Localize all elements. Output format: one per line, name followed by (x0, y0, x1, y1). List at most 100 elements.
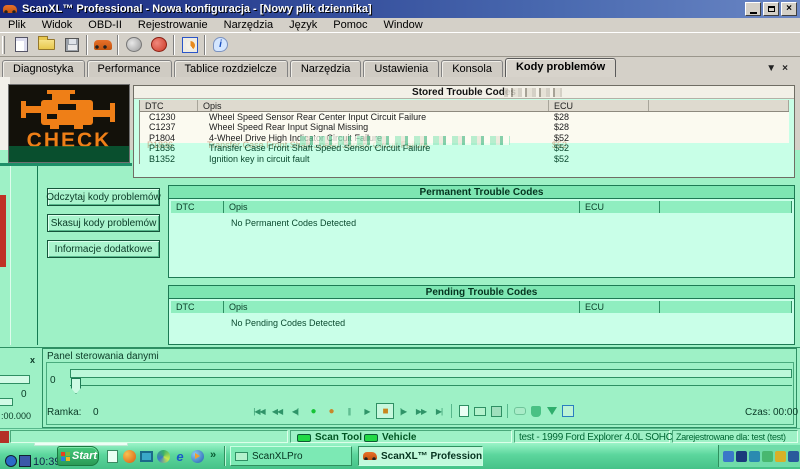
log-save-icon[interactable] (488, 403, 504, 419)
quicklaunch-ie-icon[interactable]: e (172, 448, 188, 464)
tab-konsola[interactable]: Konsola (441, 60, 503, 77)
log-open-icon[interactable] (472, 403, 488, 419)
toolbar-separator (173, 35, 175, 55)
menu-narzedzia[interactable]: Narzędzia (216, 19, 282, 31)
taskbar: 10:39 Start e » ScanXLPro ScanXL™ Profes… (0, 443, 800, 469)
vehicle-icon[interactable] (90, 34, 115, 56)
toolbar-grip[interactable] (2, 36, 5, 54)
folder-icon (235, 452, 248, 461)
tab-ustawienia[interactable]: Ustawienia (363, 60, 439, 77)
quicklaunch-desktop-icon[interactable] (138, 448, 154, 464)
tab-dropdown-icon[interactable]: ▼ (766, 63, 776, 74)
tray-icon[interactable] (788, 451, 799, 462)
menu-jezyk[interactable]: Język (281, 19, 325, 31)
log-export-icon[interactable] (560, 403, 576, 419)
skip-start-button[interactable]: |◀◀ (250, 403, 268, 419)
skip-end-button[interactable]: ▶| (430, 403, 448, 419)
dashboard-icon[interactable] (177, 34, 202, 56)
menu-plik[interactable]: Plik (0, 19, 34, 31)
additional-info-button[interactable]: Informacje dodatkowe (47, 240, 160, 258)
quicklaunch-msn-icon[interactable] (155, 448, 171, 464)
quicklaunch-mediaplayer-icon[interactable] (189, 448, 205, 464)
menu-pomoc[interactable]: Pomoc (325, 19, 375, 31)
tray-fragment-icon (5, 455, 17, 467)
log-disabled-icon[interactable] (512, 403, 528, 419)
scanxl-window: ScanXL™ Professional - Nowa konfiguracja… (0, 0, 800, 469)
save-file-icon[interactable] (59, 34, 84, 56)
table-row[interactable]: C1230 Wheel Speed Sensor Rear Center Inp… (140, 112, 789, 122)
open-file-icon[interactable] (34, 34, 59, 56)
table-row[interactable]: C1237 Wheel Speed Rear Input Signal Miss… (140, 122, 789, 132)
taskbar-button-scanxlpro[interactable]: ScanXLPro (230, 446, 352, 466)
playback-separator (507, 404, 509, 418)
car-icon (363, 452, 377, 460)
tray-icon[interactable] (736, 451, 747, 462)
step-forward-button[interactable]: |▶ (394, 403, 412, 419)
permanent-table-header: DTC Opis ECU (171, 201, 792, 213)
log-upload-icon[interactable] (528, 403, 544, 419)
tab-diagnostyka[interactable]: Diagnostyka (2, 60, 85, 77)
record-button[interactable]: ● (304, 403, 322, 419)
tab-narzedzia[interactable]: Narzędzia (290, 60, 362, 77)
restore-button[interactable] (763, 2, 779, 16)
stored-title: Stored Trouble Codes (134, 86, 794, 99)
disconnect-icon[interactable] (146, 34, 171, 56)
stored-trouble-codes-group: Stored Trouble Codes DTC Opis ECU C1230 … (133, 85, 795, 178)
menu-window[interactable]: Window (376, 19, 431, 31)
minimize-button[interactable] (745, 2, 761, 16)
table-row[interactable]: P1836 Transfer Case Front Shaft Speed Se… (140, 143, 789, 153)
data-control-panel: Panel sterowania danymi 0 Ramka: 0 |◀◀ ◀… (0, 347, 800, 428)
new-file-icon[interactable] (9, 34, 34, 56)
statusbar-glitch-block (0, 431, 9, 443)
vehicle-label: Vehicle (382, 432, 416, 443)
tab-tablice-rozdzielcze[interactable]: Tablice rozdzielcze (174, 60, 288, 77)
tray-icon[interactable] (775, 451, 786, 462)
status-cell-registered: Zarejestrowane dla: test (test) (672, 430, 798, 443)
fast-forward-button[interactable]: ▶▶ (412, 403, 430, 419)
rewind-button[interactable]: ◀◀ (268, 403, 286, 419)
step-back-button[interactable]: ◀| (286, 403, 304, 419)
slider-value: 0 (50, 375, 56, 386)
pending-title: Pending Trouble Codes (169, 286, 794, 299)
quicklaunch-overflow-chevron[interactable]: » (210, 449, 216, 461)
scan-tool-label: Scan Tool (315, 432, 362, 443)
close-button[interactable]: × (781, 2, 797, 16)
read-codes-button[interactable]: Odczytaj kody problemów (47, 188, 160, 206)
glitch-teal-strip (0, 163, 132, 166)
tab-performance[interactable]: Performance (87, 60, 172, 77)
permanent-trouble-codes-group: Permanent Trouble Codes DTC Opis ECU No … (168, 185, 795, 278)
taskbar-button-scanxl[interactable]: ScanXL™ Professional... (358, 446, 483, 466)
start-button[interactable]: Start (57, 446, 99, 466)
permanent-title: Permanent Trouble Codes (169, 186, 794, 199)
engine-icon (14, 88, 124, 132)
registered-to: Zarejestrowane dla: test (test) (676, 432, 786, 442)
tab-kody-problemow[interactable]: Kody problemów (505, 58, 616, 77)
tray-icon[interactable] (749, 451, 760, 462)
fragment-close-icon[interactable]: x (26, 354, 39, 366)
toolbar-separator (204, 35, 206, 55)
quicklaunch-document-icon[interactable] (104, 448, 120, 464)
timeline-track[interactable] (70, 369, 792, 378)
taskbar-separator (224, 446, 226, 466)
log-new-icon[interactable] (456, 403, 472, 419)
quicklaunch-firefox-icon[interactable] (121, 448, 137, 464)
title-bar: ScanXL™ Professional - Nowa konfiguracja… (0, 0, 800, 18)
connect-icon[interactable] (121, 34, 146, 56)
play-button[interactable]: ▶ (358, 403, 376, 419)
tab-close-icon[interactable]: × (782, 63, 788, 74)
record-alt-button[interactable]: ● (322, 403, 340, 419)
menu-obd2[interactable]: OBD-II (80, 19, 130, 31)
log-download-icon[interactable] (544, 403, 560, 419)
menu-rejestrowanie[interactable]: Rejestrowanie (130, 19, 216, 31)
scan-tool-led (297, 434, 311, 442)
menu-widok[interactable]: Widok (34, 19, 81, 31)
info-icon[interactable]: i (208, 34, 233, 56)
table-row[interactable]: B1352 Ignition key in circuit fault $52 (140, 154, 789, 164)
tray-icon[interactable] (762, 451, 773, 462)
playback-separator (451, 404, 453, 418)
pause-button[interactable]: || (340, 403, 358, 419)
status-cell-vehicle: test - 1999 Ford Explorer 4.0L SOHC (514, 430, 670, 443)
clear-codes-button[interactable]: Skasuj kody problemów (47, 214, 160, 232)
stop-button[interactable]: ■ (376, 403, 394, 419)
tray-icon[interactable] (723, 451, 734, 462)
